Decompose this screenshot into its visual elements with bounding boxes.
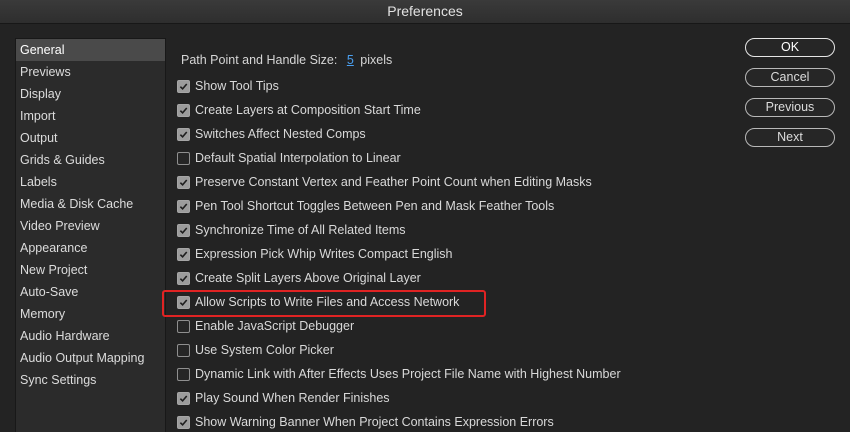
option-label: Use System Color Picker [195,343,334,357]
sidebar-item-sync-settings[interactable]: Sync Settings [16,369,165,391]
option-show-tool-tips[interactable]: Show Tool Tips [177,76,279,96]
option-enable-js-debugger[interactable]: Enable JavaScript Debugger [177,316,354,336]
option-default-spatial-linear[interactable]: Default Spatial Interpolation to Linear [177,148,401,168]
checkbox[interactable] [177,391,190,405]
option-label: Dynamic Link with After Effects Uses Pro… [195,367,621,381]
option-split-layers-above[interactable]: Create Split Layers Above Original Layer [177,268,421,288]
option-label: Create Layers at Composition Start Time [195,103,421,117]
option-label: Enable JavaScript Debugger [195,319,355,333]
highlight-box [162,290,486,317]
sidebar-item-general[interactable]: General [16,39,165,61]
checkmark-icon [179,418,188,426]
option-pen-tool-shortcut[interactable]: Pen Tool Shortcut Toggles Between Pen an… [177,196,554,216]
option-label: Play Sound When Render Finishes [195,391,390,405]
general-settings-panel: Path Point and Handle Size: 5 pixels Sho… [162,38,725,432]
option-label: Show Tool Tips [195,79,279,93]
path-point-size-row: Path Point and Handle Size: 5 pixels [181,53,392,67]
checkbox[interactable] [177,103,190,117]
previous-button[interactable]: Previous [745,98,835,117]
path-point-size-label: Path Point and Handle Size: [181,53,338,67]
sidebar-item-video-preview[interactable]: Video Preview [16,215,165,237]
checkmark-icon [179,178,188,186]
next-button[interactable]: Next [745,128,835,147]
option-create-layers-at-start[interactable]: Create Layers at Composition Start Time [177,100,421,120]
checkbox[interactable] [177,247,190,261]
option-switches-affect-nested[interactable]: Switches Affect Nested Comps [177,124,366,144]
cancel-button[interactable]: Cancel [745,68,835,87]
window-title: Preferences [387,3,463,19]
checkmark-icon [179,82,188,90]
checkbox[interactable] [177,271,190,285]
sidebar-item-new-project[interactable]: New Project [16,259,165,281]
option-label: Show Warning Banner When Project Contain… [195,415,554,429]
checkbox[interactable] [177,175,190,189]
checkmark-icon [179,106,188,114]
option-label: Create Split Layers Above Original Layer [195,271,421,285]
option-warning-banner-expressions[interactable]: Show Warning Banner When Project Contain… [177,412,554,432]
option-label: Default Spatial Interpolation to Linear [195,151,401,165]
title-bar: Preferences [0,0,850,24]
option-dynamic-link-highest-number[interactable]: Dynamic Link with After Effects Uses Pro… [177,364,621,384]
sidebar-item-memory[interactable]: Memory [16,303,165,325]
option-expression-pick-whip[interactable]: Expression Pick Whip Writes Compact Engl… [177,244,453,264]
path-point-size-unit: pixels [360,53,393,67]
ok-button[interactable]: OK [745,38,835,57]
sidebar-item-display[interactable]: Display [16,83,165,105]
checkbox[interactable] [177,343,190,357]
sidebar-item-audio-output-mapping[interactable]: Audio Output Mapping [16,347,165,369]
checkmark-icon [179,250,188,258]
sidebar-item-audio-hardware[interactable]: Audio Hardware [16,325,165,347]
checkmark-icon [179,202,188,210]
checkbox[interactable] [177,415,190,429]
checkmark-icon [179,274,188,282]
sidebar-item-labels[interactable]: Labels [16,171,165,193]
sidebar-item-output[interactable]: Output [16,127,165,149]
checkbox[interactable] [177,367,190,381]
checkbox[interactable] [177,79,190,93]
checkmark-icon [179,394,188,402]
option-label: Pen Tool Shortcut Toggles Between Pen an… [195,199,555,213]
checkmark-icon [179,130,188,138]
sidebar-item-auto-save[interactable]: Auto-Save [16,281,165,303]
sidebar-item-grids-guides[interactable]: Grids & Guides [16,149,165,171]
sidebar-item-appearance[interactable]: Appearance [16,237,165,259]
checkbox[interactable] [177,223,190,237]
option-system-color-picker[interactable]: Use System Color Picker [177,340,334,360]
sidebar-item-import[interactable]: Import [16,105,165,127]
sidebar-item-previews[interactable]: Previews [16,61,165,83]
option-play-sound-render[interactable]: Play Sound When Render Finishes [177,388,390,408]
sidebar-item-media-disk-cache[interactable]: Media & Disk Cache [16,193,165,215]
option-label: Switches Affect Nested Comps [195,127,366,141]
option-preserve-vertex-count[interactable]: Preserve Constant Vertex and Feather Poi… [177,172,592,192]
checkbox[interactable] [177,151,190,165]
option-label: Preserve Constant Vertex and Feather Poi… [195,175,592,189]
option-label: Synchronize Time of All Related Items [195,223,406,237]
checkbox[interactable] [177,319,190,333]
option-label: Expression Pick Whip Writes Compact Engl… [195,247,453,261]
checkbox[interactable] [177,127,190,141]
preferences-sidebar: General Previews Display Import Output G… [15,38,166,432]
path-point-size-value[interactable]: 5 [347,53,354,67]
checkmark-icon [179,226,188,234]
checkbox[interactable] [177,199,190,213]
option-synchronize-time[interactable]: Synchronize Time of All Related Items [177,220,406,240]
